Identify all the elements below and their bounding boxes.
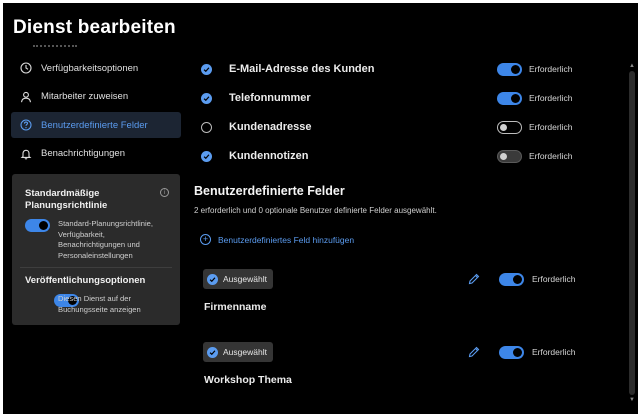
add-custom-field-button[interactable]: + Benutzerdefiniertes Feld hinzufügen	[200, 234, 354, 245]
policy-description: Standard-Planungsrichtlinie, Verfügbarke…	[58, 219, 153, 260]
pencil-icon[interactable]	[467, 272, 481, 286]
required-label: Erforderlich	[529, 93, 573, 103]
required-label: Erforderlich	[532, 274, 576, 284]
sidebar-item-notifications[interactable]: Benachrichtigungen	[11, 141, 181, 167]
field-label: Kundenadresse	[229, 121, 312, 133]
field-row-address[interactable]: Kundenadresse Erforderlich	[201, 118, 591, 138]
checkmark-circle-icon[interactable]	[201, 151, 212, 162]
policy-card: Standardmäßige Planungsrichtlinie i Stan…	[12, 174, 180, 325]
required-label: Erforderlich	[529, 122, 573, 132]
sidebar-item-label: Benutzerdefinierte Felder	[41, 119, 148, 131]
publish-description: Diesen Dienst auf der Buchungsseite anze…	[58, 294, 141, 314]
sidebar-item-custom-fields[interactable]: Benutzerdefinierte Felder	[11, 112, 181, 138]
bell-icon	[19, 147, 33, 161]
required-label: Erforderlich	[529, 151, 573, 161]
required-toggle[interactable]	[497, 121, 522, 134]
checkmark-circle-icon[interactable]	[201, 64, 212, 75]
sidebar-item-label: Benachrichtigungen	[41, 148, 125, 159]
sidebar-item-assign-staff[interactable]: Mitarbeiter zuweisen	[11, 84, 181, 110]
checkmark-circle-icon	[207, 346, 218, 358]
custom-field-name: Workshop Thema	[204, 374, 292, 386]
required-toggle[interactable]	[499, 273, 524, 286]
field-label: E-Mail-Adresse des Kunden	[229, 63, 375, 75]
question-circle-icon	[19, 118, 33, 132]
required-label: Erforderlich	[532, 347, 576, 357]
required-toggle[interactable]	[497, 63, 522, 76]
scrollbar[interactable]	[629, 71, 635, 395]
custom-field-item: Ausgewählt Erforderlich Firmenname	[203, 269, 593, 329]
required-toggle[interactable]	[499, 346, 524, 359]
card-divider	[20, 267, 172, 268]
sidebar-item-availability[interactable]: Verfügbarkeitsoptionen	[11, 55, 181, 81]
field-row-notes[interactable]: Kundennotizen Erforderlich	[201, 147, 591, 167]
scroll-down-arrow-icon[interactable]: ▼	[629, 397, 635, 403]
person-icon	[19, 90, 33, 104]
checkmark-circle-icon	[207, 273, 218, 285]
sidebar-item-label: Verfügbarkeitsoptionen	[41, 62, 139, 74]
chip-label: Ausgewählt	[223, 347, 267, 357]
publish-title: Veröffentlichungsoptionen	[25, 275, 146, 286]
page-title: Dienst bearbeiten	[13, 17, 176, 38]
custom-fields-summary: 2 erforderlich und 0 optionale Benutzer …	[194, 206, 437, 215]
plus-circle-icon: +	[200, 234, 211, 245]
scroll-up-arrow-icon[interactable]: ▲	[629, 63, 635, 69]
field-row-phone[interactable]: Telefonnummer Erforderlich	[201, 89, 591, 109]
info-icon[interactable]: i	[160, 188, 169, 197]
chip-label: Ausgewählt	[223, 274, 267, 284]
field-row-email[interactable]: E-Mail-Adresse des Kunden Erforderlich	[201, 60, 591, 80]
custom-field-name: Firmenname	[204, 301, 267, 313]
dialog-window: Dienst bearbeiten Verfügbarkeitsoptionen…	[3, 3, 638, 414]
policy-title: Standardmäßige Planungsrichtlinie	[25, 188, 108, 211]
field-label: Telefonnummer	[229, 92, 311, 104]
selected-chip[interactable]: Ausgewählt	[203, 269, 273, 289]
custom-field-item: Ausgewählt Erforderlich Workshop Thema	[203, 342, 593, 402]
policy-toggle[interactable]	[25, 219, 50, 232]
required-toggle[interactable]	[497, 150, 522, 163]
required-toggle[interactable]	[497, 92, 522, 105]
custom-fields-heading: Benutzerdefinierte Felder	[194, 184, 345, 198]
pencil-icon[interactable]	[467, 345, 481, 359]
field-label: Kundennotizen	[229, 150, 309, 162]
clock-icon	[19, 61, 33, 75]
empty-circle-icon[interactable]	[201, 122, 212, 133]
required-label: Erforderlich	[529, 64, 573, 74]
sidebar-item-label: Mitarbeiter zuweisen	[41, 91, 129, 102]
selected-chip[interactable]: Ausgewählt	[203, 342, 273, 362]
sidebar-nav: Verfügbarkeitsoptionen Mitarbeiter zuwei…	[11, 55, 181, 169]
scrolled-header-remnant	[33, 45, 77, 47]
checkmark-circle-icon[interactable]	[201, 93, 212, 104]
add-custom-field-label: Benutzerdefiniertes Feld hinzufügen	[218, 234, 355, 245]
